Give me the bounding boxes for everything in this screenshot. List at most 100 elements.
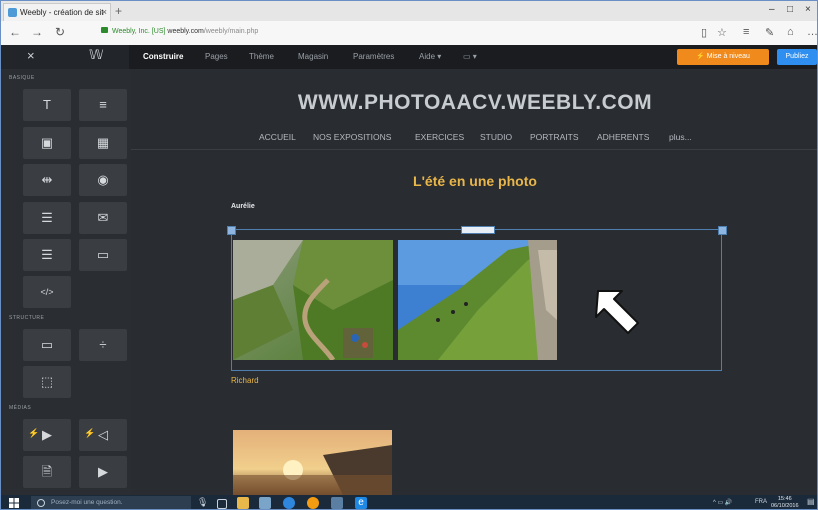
text-element[interactable]: ≡ [79,89,127,121]
elements-sidebar: BASIQUE T ≡ ▣ ▦ ⇹ ◉ ☰ ✉ ☰ ▭ </> STRUCTUR… [1,69,131,495]
app-icon-2[interactable] [283,497,295,509]
tab-aide[interactable]: Aide ▾ [419,52,441,61]
spacer-element[interactable]: ÷ [79,329,127,361]
video-element[interactable]: ⚡ ▶ [23,419,71,451]
photo-mountain-path-image [233,240,393,360]
cortana-circle-icon [37,499,45,507]
menu-portraits[interactable]: PORTRAITS [530,132,579,142]
clock-time: 15:46 [777,496,792,502]
minimize-button[interactable]: – [769,4,775,15]
image-element[interactable]: ▣ [23,127,71,159]
favorite-star-icon[interactable]: ☆ [717,26,727,39]
map-element[interactable]: ◉ [79,164,127,196]
section-medias: MÉDIAS [9,405,32,411]
edge-browser-icon[interactable]: e [355,497,367,509]
file-explorer-icon[interactable] [237,497,249,509]
close-window-button[interactable]: × [805,4,811,15]
page-title[interactable]: L'été en une photo [131,173,817,189]
tab-magasin[interactable]: Magasin [298,52,328,61]
newsletter-element[interactable]: ✉ [79,202,127,234]
tab-parametres[interactable]: Paramètres [353,52,394,61]
windows-taskbar: Posez-moi une question. 🎙 e ^ ▭ 🔊 FRA 15… [1,495,817,509]
author-label-richard[interactable]: Richard [231,376,259,385]
gallery-photo-hikers-slope[interactable] [398,240,557,360]
slideshow-element[interactable]: ⇹ [23,164,71,196]
move-handle[interactable] [461,226,495,234]
screen: Weebly - création de sit × + – □ × ← → ↻… [0,0,818,510]
windows-start-icon[interactable] [9,498,19,508]
search-placeholder: Posez-moi une question. [51,499,123,506]
restore-button[interactable]: □ [787,4,793,15]
menu-nos-expositions[interactable]: NOS EXPOSITIONS [313,132,391,142]
lock-icon [101,27,108,33]
hub-icon[interactable]: ≡ [743,26,749,38]
new-tab-button[interactable]: + [115,3,122,19]
share-icon[interactable]: ⌂ [787,26,794,38]
section-basique: BASIQUE [9,75,35,81]
tab-construire[interactable]: Construire [143,52,183,61]
resize-handle-left[interactable] [227,226,236,235]
close-editor-icon[interactable]: × [27,48,35,63]
app-icon-3[interactable] [331,497,343,509]
url-field[interactable]: Weebly, Inc. [US] weebly.com/weebly/main… [101,27,258,35]
tab-close-icon[interactable]: × [102,4,107,21]
menu-adherents[interactable]: ADHERENTS [597,132,649,142]
section-structure: STRUCTURE [9,315,45,321]
forward-arrow-icon[interactable]: → [31,25,43,40]
device-preview-icon[interactable]: ▭ ▾ [463,52,477,61]
task-view-icon[interactable] [217,499,227,509]
url-host: weebly.com [167,28,204,35]
youtube-element[interactable]: ▶ [79,456,127,488]
embed-code-element[interactable]: </> [23,276,71,308]
tab-title: Weebly - création de sit [20,8,104,17]
weebly-logo-icon: 𝕎 [89,47,104,62]
contact-form-element[interactable]: ☰ [23,202,71,234]
gallery-photo-mountain-path[interactable] [233,240,393,360]
more-icon[interactable]: … [807,26,817,38]
weebly-favicon-icon [8,8,17,17]
tab-pages[interactable]: Pages [205,52,228,61]
button-element[interactable]: ▭ [79,239,127,271]
title-element[interactable]: T [23,89,71,121]
menu-exercices[interactable]: EXERCICES [415,132,464,142]
photo-sunset-image [233,430,392,495]
site-title[interactable]: WWW.PHOTOAACV.WEEBLY.COM [131,91,817,115]
photo-sunset[interactable] [233,430,392,495]
firefox-icon[interactable] [307,497,319,509]
toolbar-left: × 𝕎 [1,45,129,69]
address-bar: ← → ↻ Weebly, Inc. [US] weebly.com/weebl… [1,21,817,46]
author-label-aurelie[interactable]: Aurélie [231,203,255,210]
language-indicator[interactable]: FRA [755,499,767,505]
menu-accueil[interactable]: ACCUEIL [259,132,296,142]
resize-handle-right[interactable] [718,226,727,235]
survey-element[interactable]: ☰ [23,239,71,271]
premium-bolt-icon: ⚡ [84,428,96,438]
menu-studio[interactable]: STUDIO [480,132,512,142]
browser-tab[interactable]: Weebly - création de sit × [3,3,111,21]
menu-plus[interactable]: plus... [669,132,692,142]
notifications-icon[interactable]: ▤ [807,497,815,506]
cortana-search-input[interactable]: Posez-moi une question. [31,496,191,509]
divider-element[interactable]: ▭ [23,329,71,361]
clock-date: 06/10/2016 [771,503,799,509]
header-divider [131,149,817,150]
upgrade-button[interactable]: ⚡ Mise à niveau [677,49,769,65]
audio-tile-glyph: ◁ [98,427,108,442]
system-clock[interactable]: 15:46 06/10/2016 [771,496,799,509]
publish-button[interactable]: Publiez [777,49,817,65]
editor-toolbar: × 𝕎 Construire Pages Thème Magasin Param… [1,45,817,69]
reading-view-icon[interactable]: ▯ [701,26,707,39]
section-element[interactable]: ⬚ [23,366,71,398]
url-path: /weebly/main.php [203,28,259,35]
app-icon-1[interactable] [259,497,271,509]
gallery-element[interactable]: ▦ [79,127,127,159]
photo-hikers-slope-image [398,240,557,360]
document-element[interactable]: 🗎 [23,456,71,488]
back-arrow-icon[interactable]: ← [9,25,21,40]
tray-icons[interactable]: ^ ▭ 🔊 [713,499,732,506]
tab-theme[interactable]: Thème [249,52,274,61]
microphone-icon[interactable]: 🎙 [197,497,209,509]
note-icon[interactable]: ✎ [765,26,774,39]
audio-element[interactable]: ⚡ ◁ [79,419,127,451]
refresh-icon[interactable]: ↻ [55,25,65,40]
